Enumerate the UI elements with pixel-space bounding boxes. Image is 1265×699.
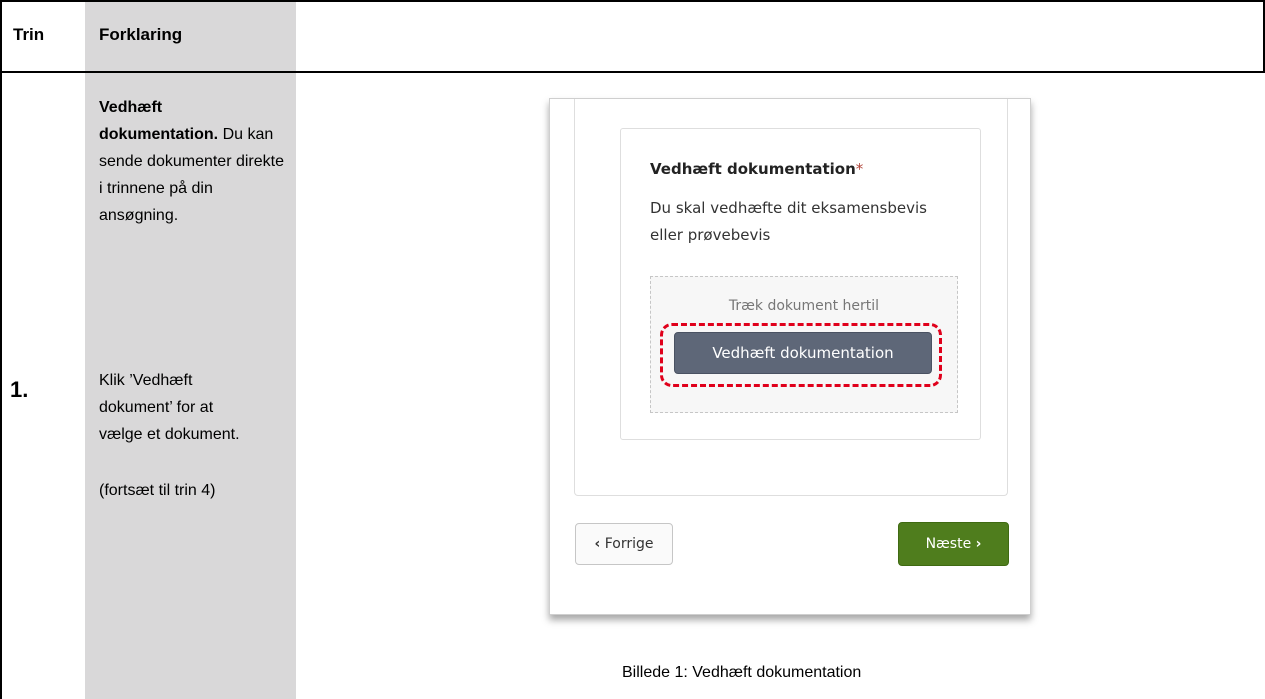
header-step: Trin xyxy=(13,25,45,44)
header-explanation: Forklaring xyxy=(99,25,183,44)
drop-zone[interactable]: Træk dokument hertil Vedhæft dokumentati… xyxy=(650,276,958,413)
table-top-border xyxy=(0,0,1265,2)
attach-documentation-button[interactable]: Vedhæft dokumentation xyxy=(674,332,932,374)
next-button-label: Næste xyxy=(925,536,972,552)
step-number: 1. xyxy=(10,377,29,402)
previous-button[interactable]: ‹ Forrige xyxy=(575,523,673,565)
required-mark: * xyxy=(855,160,864,178)
previous-button-label: Forrige xyxy=(604,536,654,552)
header-bottom-border xyxy=(0,71,1265,73)
next-button[interactable]: Næste › xyxy=(898,522,1009,566)
chevron-left-icon: ‹ xyxy=(594,536,601,552)
field-title-text: Vedhæft dokumentation xyxy=(650,160,856,178)
step-title: Vedhæft dokumentation. xyxy=(99,99,219,143)
form-screenshot: Vedhæft dokumentation* Du skal vedhæfte … xyxy=(549,98,1031,615)
field-title: Vedhæft dokumentation* xyxy=(650,160,863,178)
step-instruction: Klik ’Vedhæft dokument’ for at vælge et … xyxy=(99,372,240,443)
step-description: Vedhæft dokumentation. Du kan sende doku… xyxy=(99,94,284,229)
drop-zone-text: Træk dokument hertil xyxy=(728,298,880,314)
field-description: Du skal vedhæfte dit eksamensbevis eller… xyxy=(650,199,927,244)
image-caption: Billede 1: Vedhæft dokumentation xyxy=(622,664,862,681)
step-note: (fortsæt til trin 4) xyxy=(99,482,216,499)
chevron-right-icon: › xyxy=(975,536,982,552)
table-left-border xyxy=(0,0,2,699)
